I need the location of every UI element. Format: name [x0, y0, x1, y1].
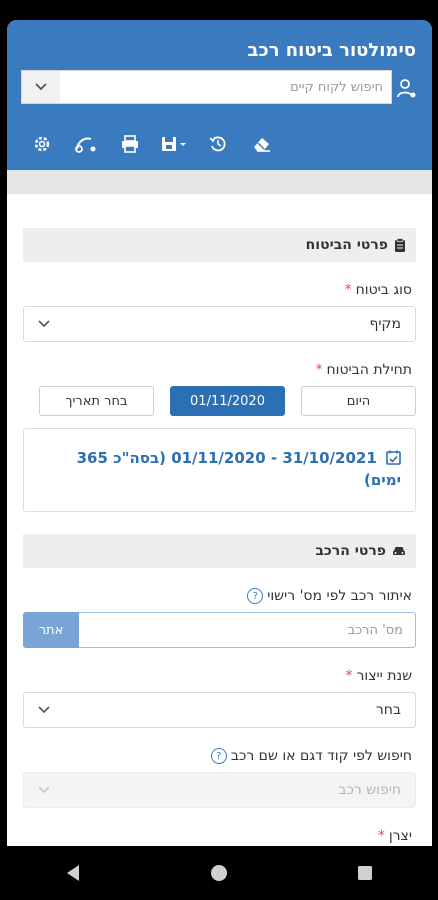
save-menu-button[interactable]	[161, 132, 187, 156]
chevron-down-icon	[38, 320, 50, 328]
start-date-label: תחילת הביטוח	[326, 362, 413, 378]
help-icon[interactable]: ?	[247, 588, 264, 604]
home-circle-icon	[211, 865, 227, 881]
insurance-type-label: סוג ביטוח	[355, 282, 412, 298]
insurance-section-header: פרטי הביטוח	[23, 228, 416, 262]
app-title: סימולטור ביטוח רכב	[247, 40, 416, 61]
year-value: בחר	[375, 702, 401, 718]
insurance-type-value: מקיף	[369, 316, 401, 332]
app-header: סימולטור ביטוח רכב	[7, 20, 432, 170]
app-screen: סימולטור ביטוח רכב חיפוש לקוח קיים פרטי …	[7, 20, 432, 846]
plate-number-input[interactable]: מס' הרכב	[79, 612, 416, 648]
year-label-row: שנת ייצור *	[23, 668, 412, 684]
required-mark: *	[315, 362, 323, 378]
required-mark: *	[377, 828, 385, 844]
today-button[interactable]: היום	[301, 386, 416, 416]
customer-search-row	[21, 70, 418, 104]
history-icon	[209, 136, 226, 152]
manufacturer-label-row: יצרן *	[23, 828, 412, 844]
print-icon	[122, 135, 138, 153]
gear-icon	[34, 136, 50, 152]
plate-search-label-row: איתור רכב לפי מס' רישוי ?	[23, 588, 412, 604]
scooter-icon	[75, 137, 96, 153]
model-search-label-row: חיפוש לפי קוד דגם או שם רכב ?	[23, 748, 412, 764]
customer-search-input[interactable]	[62, 71, 391, 103]
manufacturer-label: יצרן	[388, 828, 412, 844]
insurance-type-select[interactable]: מקיף	[23, 306, 416, 342]
vehicle-options-button[interactable]	[73, 132, 99, 156]
calendar-check-icon	[386, 450, 401, 465]
model-search-placeholder: חיפוש רכב	[338, 782, 401, 798]
separator-band	[7, 170, 432, 194]
vehicle-section-title: פרטי הרכב	[315, 543, 386, 559]
plate-search-label: איתור רכב לפי מס' רישוי	[267, 588, 412, 604]
model-search-label: חיפוש לפי קוד דגם או שם רכב	[230, 748, 412, 764]
customer-search-box	[21, 70, 392, 104]
model-search-select[interactable]: חיפוש רכב	[23, 772, 416, 808]
save-dropdown-icon	[162, 137, 186, 151]
insurance-period-text: 31/10/2021 - 01/11/2020 (בסה"כ 365 ימים)	[76, 449, 401, 489]
chevron-down-icon	[35, 83, 47, 91]
start-date-buttons: בחר תאריך 01/11/2020 היום	[23, 386, 416, 416]
back-triangle-icon	[67, 865, 79, 881]
year-select[interactable]: בחר	[23, 692, 416, 728]
chevron-down-icon	[38, 706, 50, 714]
user-search-icon[interactable]	[396, 78, 418, 100]
clipboard-icon	[395, 238, 405, 252]
search-dropdown-button[interactable]	[22, 71, 60, 103]
locate-vehicle-button[interactable]: אתר	[23, 612, 79, 648]
settings-button[interactable]	[29, 132, 55, 156]
required-mark: *	[344, 282, 352, 298]
start-date-label-row: תחילת הביטוח *	[23, 362, 413, 378]
plate-search-row: אתר מס' הרכב	[23, 612, 416, 648]
clear-button[interactable]	[249, 132, 275, 156]
insurance-section-title: פרטי הביטוח	[305, 237, 388, 253]
choose-date-button[interactable]: בחר תאריך	[39, 386, 154, 416]
eraser-icon	[254, 138, 270, 152]
recents-button[interactable]	[345, 853, 385, 893]
back-button[interactable]	[53, 853, 93, 893]
help-icon[interactable]: ?	[210, 748, 227, 764]
chevron-down-icon	[38, 786, 50, 794]
print-button[interactable]	[117, 132, 143, 156]
selected-date-button[interactable]: 01/11/2020	[170, 386, 285, 416]
recents-square-icon	[358, 866, 372, 880]
vehicle-section-header: פרטי הרכב	[23, 534, 416, 568]
history-button[interactable]	[205, 132, 231, 156]
car-icon	[393, 547, 405, 555]
insurance-type-label-row: סוג ביטוח *	[23, 282, 412, 298]
form-content: פרטי הביטוח סוג ביטוח * מקיף תחילת הביטו…	[7, 194, 432, 844]
required-mark: *	[345, 668, 353, 684]
year-label: שנת ייצור	[356, 668, 412, 684]
toolbar	[29, 132, 275, 156]
insurance-period-box: 31/10/2021 - 01/11/2020 (בסה"כ 365 ימים)	[23, 428, 416, 512]
android-nav-bar	[0, 846, 438, 900]
home-button[interactable]	[199, 853, 239, 893]
